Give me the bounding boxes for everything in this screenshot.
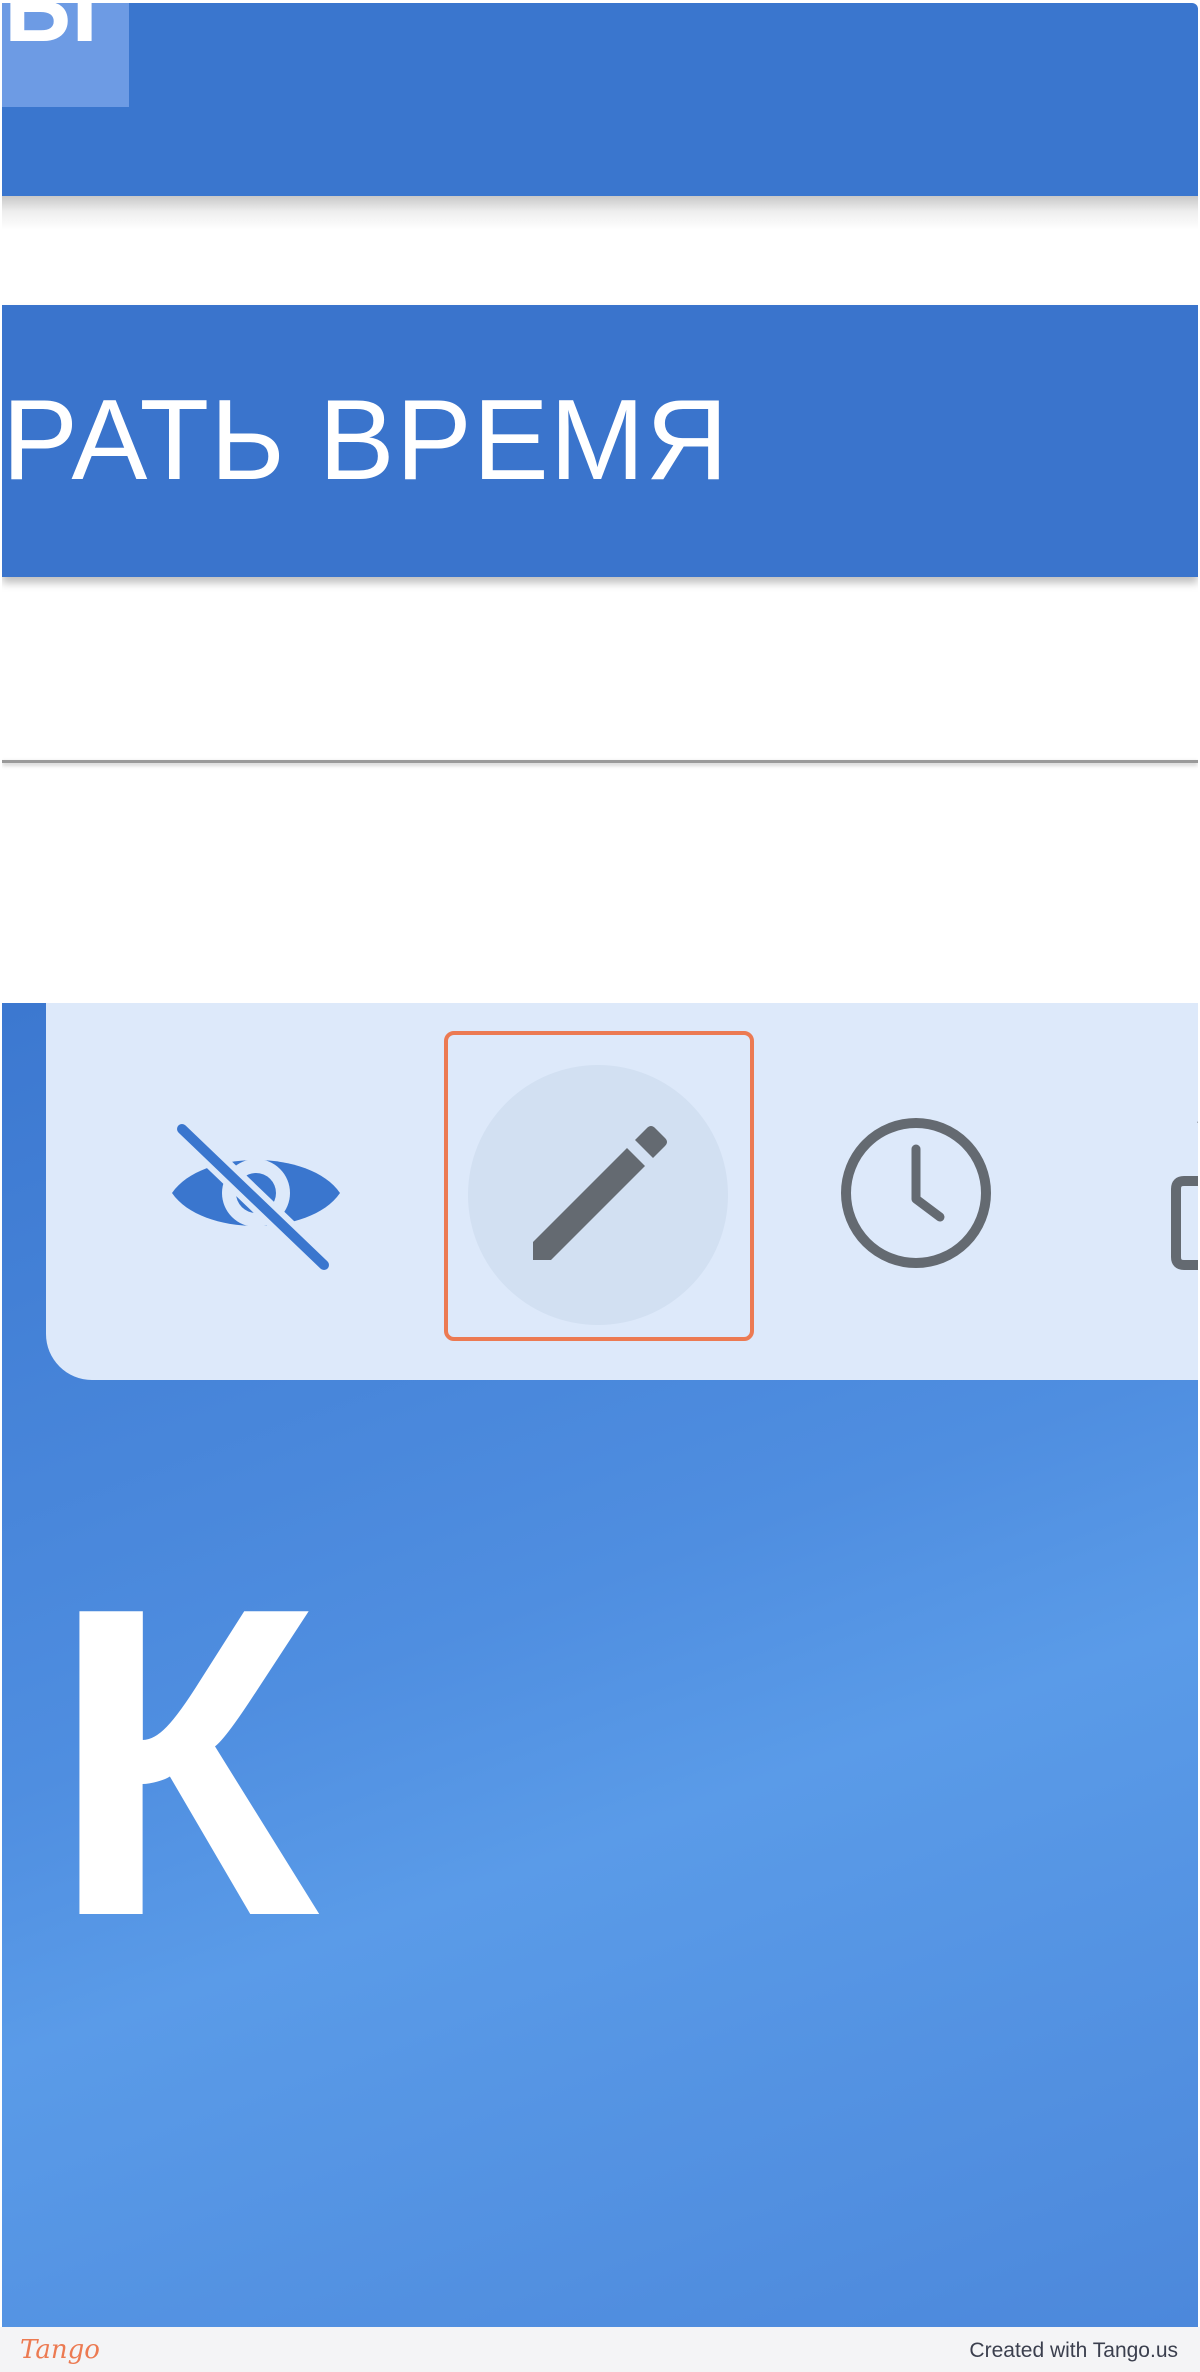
hide-button[interactable]: [164, 1121, 348, 1271]
footer-brand: Tango: [20, 2335, 100, 2365]
input-divider: [2, 760, 1198, 763]
footer-credit: Created with Tango.us: [969, 2339, 1178, 2362]
app-viewport: Ы РАТЬ ВРЕМЯ К: [2, 3, 1198, 2327]
header-shadow: [2, 196, 1198, 230]
select-time-button[interactable]: РАТЬ ВРЕМЯ: [2, 305, 1198, 577]
share-button[interactable]: [1166, 1111, 1198, 1271]
click-highlight: [444, 1031, 754, 1341]
top-header: Ы: [2, 3, 1198, 196]
card-letter: К: [50, 1517, 319, 2008]
share-icon: [1171, 1121, 1198, 1270]
schedule-button[interactable]: [836, 1113, 996, 1273]
logo-text: Ы: [4, 3, 98, 62]
eye-off-icon: [171, 1121, 340, 1271]
screenshot-frame: Ы РАТЬ ВРЕМЯ К Tango Created with Tango.…: [0, 0, 1200, 2372]
logo-tile[interactable]: Ы: [2, 3, 129, 107]
footer: Tango Created with Tango.us: [0, 2327, 1200, 2372]
clock-icon: [841, 1118, 991, 1268]
select-time-button-label: РАТЬ ВРЕМЯ: [2, 377, 730, 504]
